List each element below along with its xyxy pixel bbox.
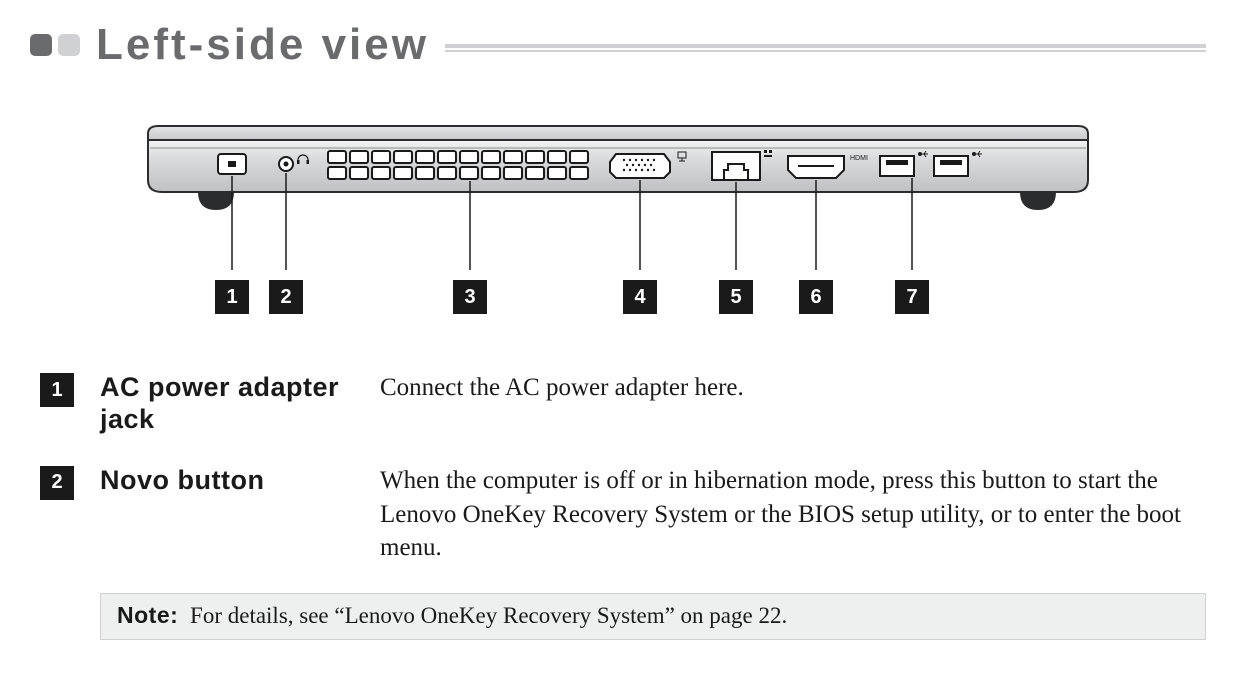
heading-rule: [445, 44, 1206, 52]
manual-page: Left-side view: [0, 0, 1236, 685]
bullet-icon: [58, 34, 80, 56]
section-heading-row: Left-side view: [30, 20, 1206, 70]
callout-box: 7: [895, 280, 929, 314]
callout-row: 1 2 3 4 5 6 7: [138, 280, 1098, 316]
item-term: Novo button: [100, 464, 380, 496]
note-box: Note: For details, see “Lenovo OneKey Re…: [100, 593, 1206, 640]
note-text: For details, see “Lenovo OneKey Recovery…: [190, 603, 787, 628]
callout-box: 4: [623, 280, 657, 314]
callout-box: 2: [269, 280, 303, 314]
callout-box: 3: [453, 280, 487, 314]
item-term: AC power adapter jack: [100, 371, 380, 436]
svg-text:HDMI: HDMI: [850, 155, 868, 162]
item-description: Connect the AC power adapter here.: [380, 371, 1196, 405]
bullet-icon: [30, 34, 52, 56]
item-description: When the computer is off or in hibernati…: [380, 464, 1196, 565]
note-label: Note:: [117, 602, 178, 628]
item-number-box: 1: [40, 373, 74, 407]
callout-box: 5: [719, 280, 753, 314]
item-number-box: 2: [40, 466, 74, 500]
ac-power-jack-icon: [218, 154, 246, 174]
list-item: 1 AC power adapter jack Connect the AC p…: [40, 371, 1196, 436]
callout-box: 1: [215, 280, 249, 314]
side-view-diagram: HDMI: [138, 120, 1098, 316]
callout-box: 6: [799, 280, 833, 314]
item-list: 1 AC power adapter jack Connect the AC p…: [40, 371, 1196, 565]
list-item: 2 Novo button When the computer is off o…: [40, 464, 1196, 565]
section-heading: Left-side view: [86, 20, 445, 70]
